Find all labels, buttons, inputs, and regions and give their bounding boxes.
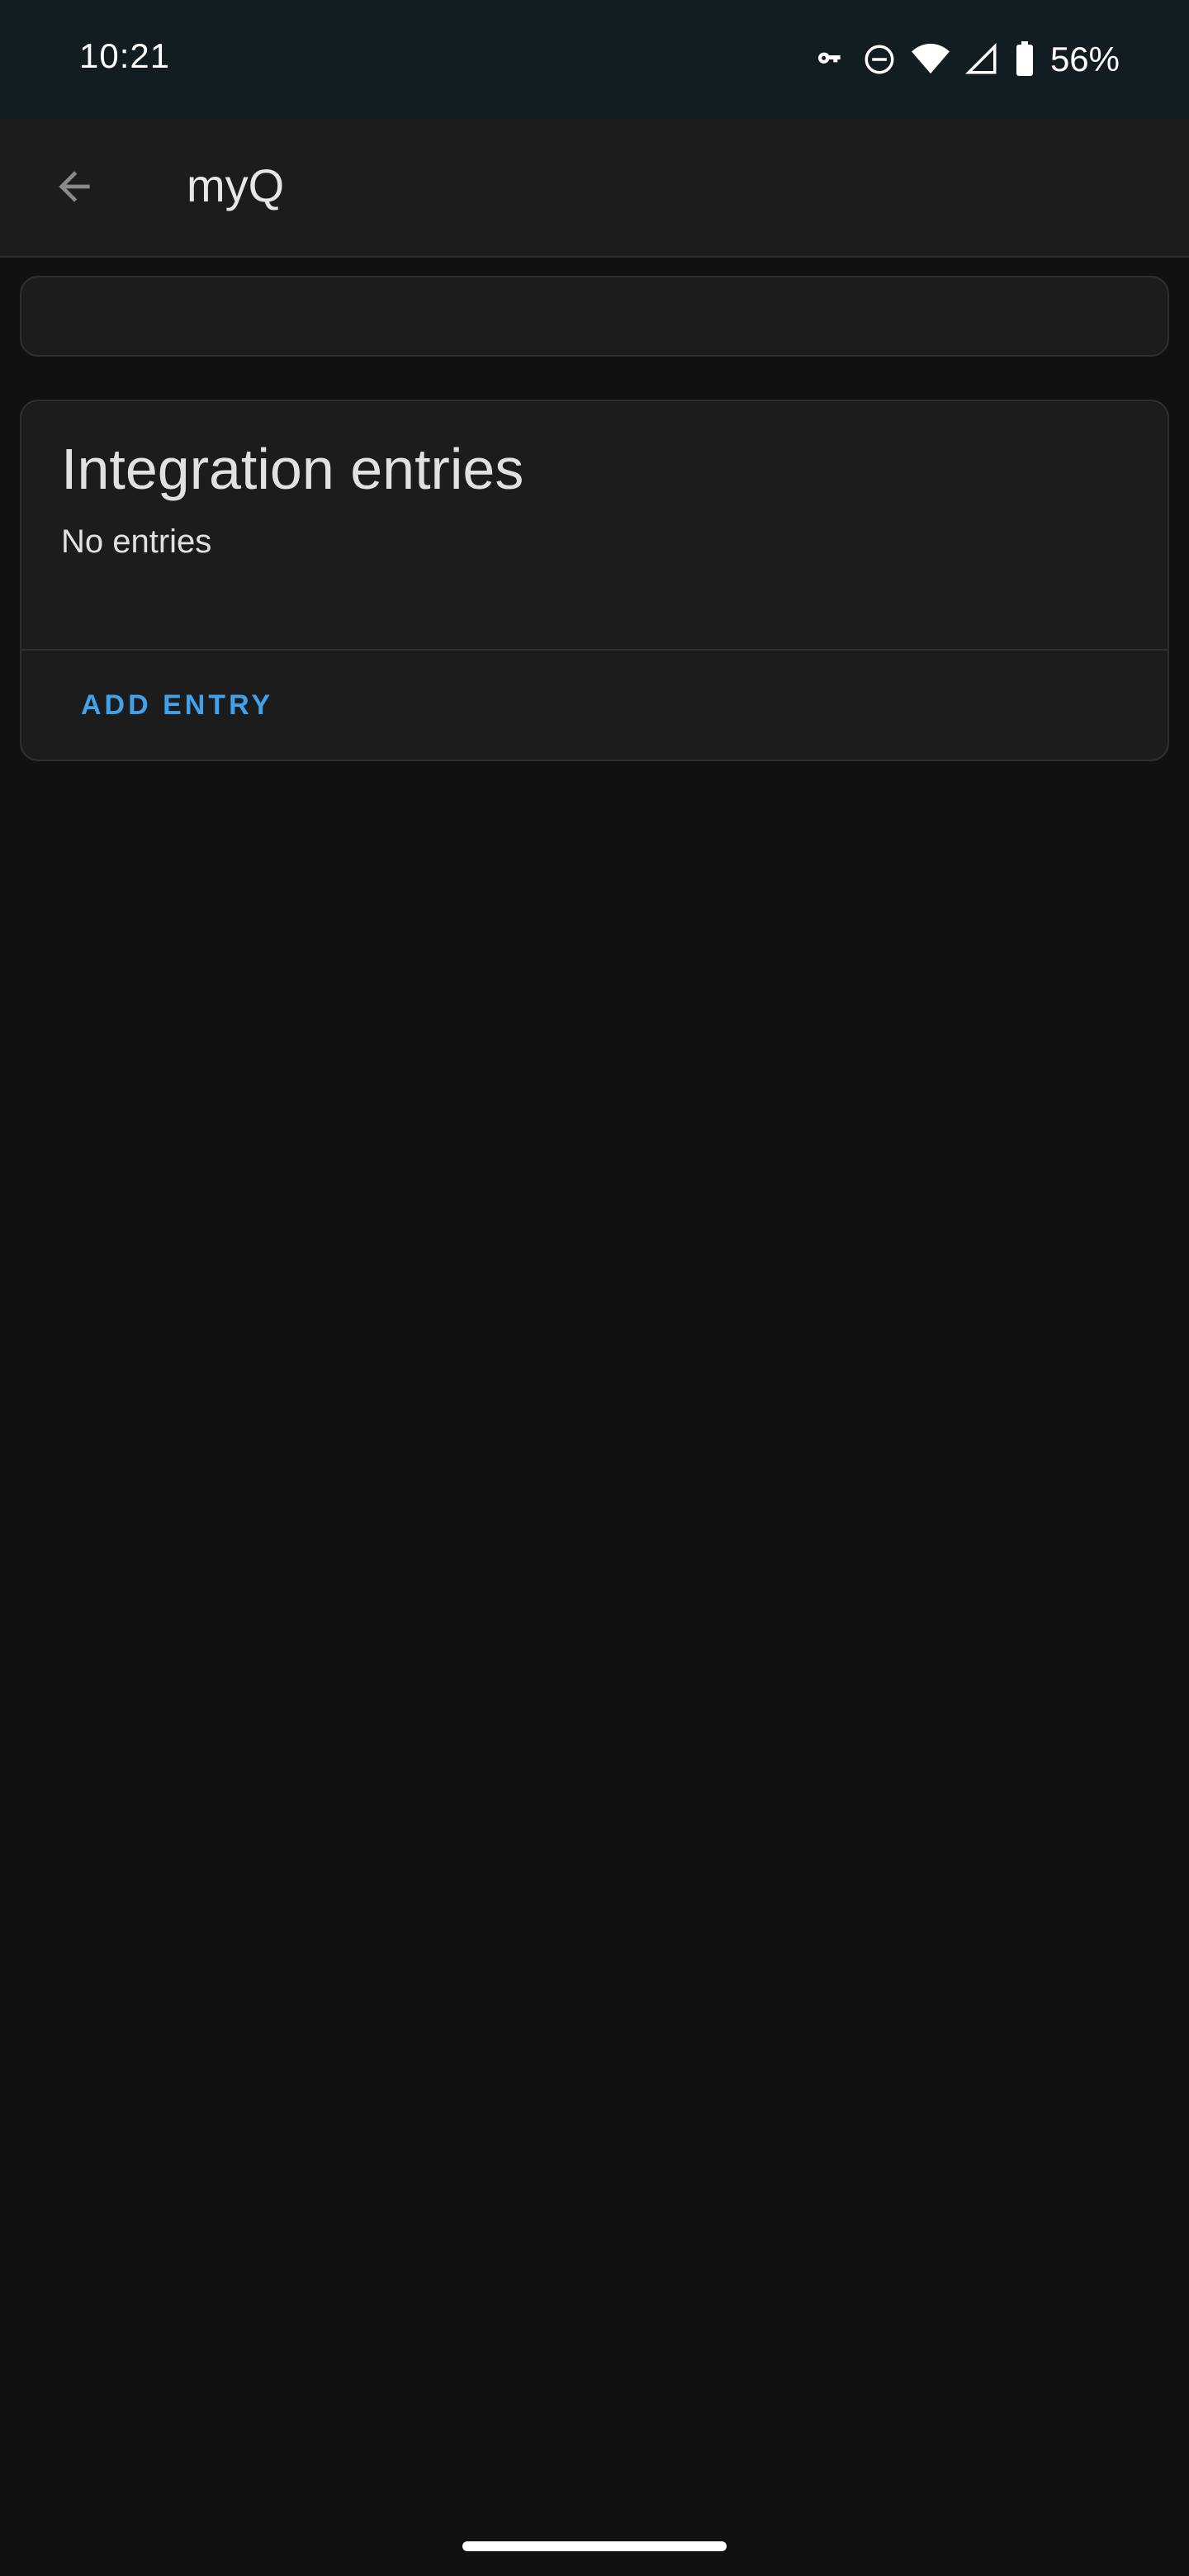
no-entries-text: No entries bbox=[61, 523, 212, 560]
integration-entries-heading: Integration entries bbox=[61, 437, 524, 501]
battery-percent: 56% bbox=[1049, 40, 1120, 78]
do-not-disturb-icon bbox=[862, 42, 897, 77]
integration-info-card bbox=[20, 276, 1169, 357]
status-icons: 56% bbox=[814, 36, 1120, 83]
wifi-icon bbox=[912, 42, 950, 77]
add-entry-button[interactable]: ADD ENTRY bbox=[61, 662, 293, 748]
battery-icon bbox=[1014, 41, 1035, 78]
status-bar: 10:21 56% bbox=[0, 0, 1189, 119]
cell-signal-icon bbox=[964, 42, 999, 77]
vpn-key-icon bbox=[814, 43, 847, 76]
status-time: 10:21 bbox=[79, 36, 171, 75]
home-indicator[interactable] bbox=[462, 2541, 727, 2551]
page-title: myQ bbox=[187, 159, 285, 211]
arrow-back-icon bbox=[59, 171, 90, 202]
integration-entries-card: Integration entries No entries ADD ENTRY bbox=[20, 400, 1169, 761]
back-button[interactable] bbox=[33, 145, 116, 228]
card-divider bbox=[21, 649, 1168, 651]
app-bar: myQ bbox=[0, 119, 1189, 258]
